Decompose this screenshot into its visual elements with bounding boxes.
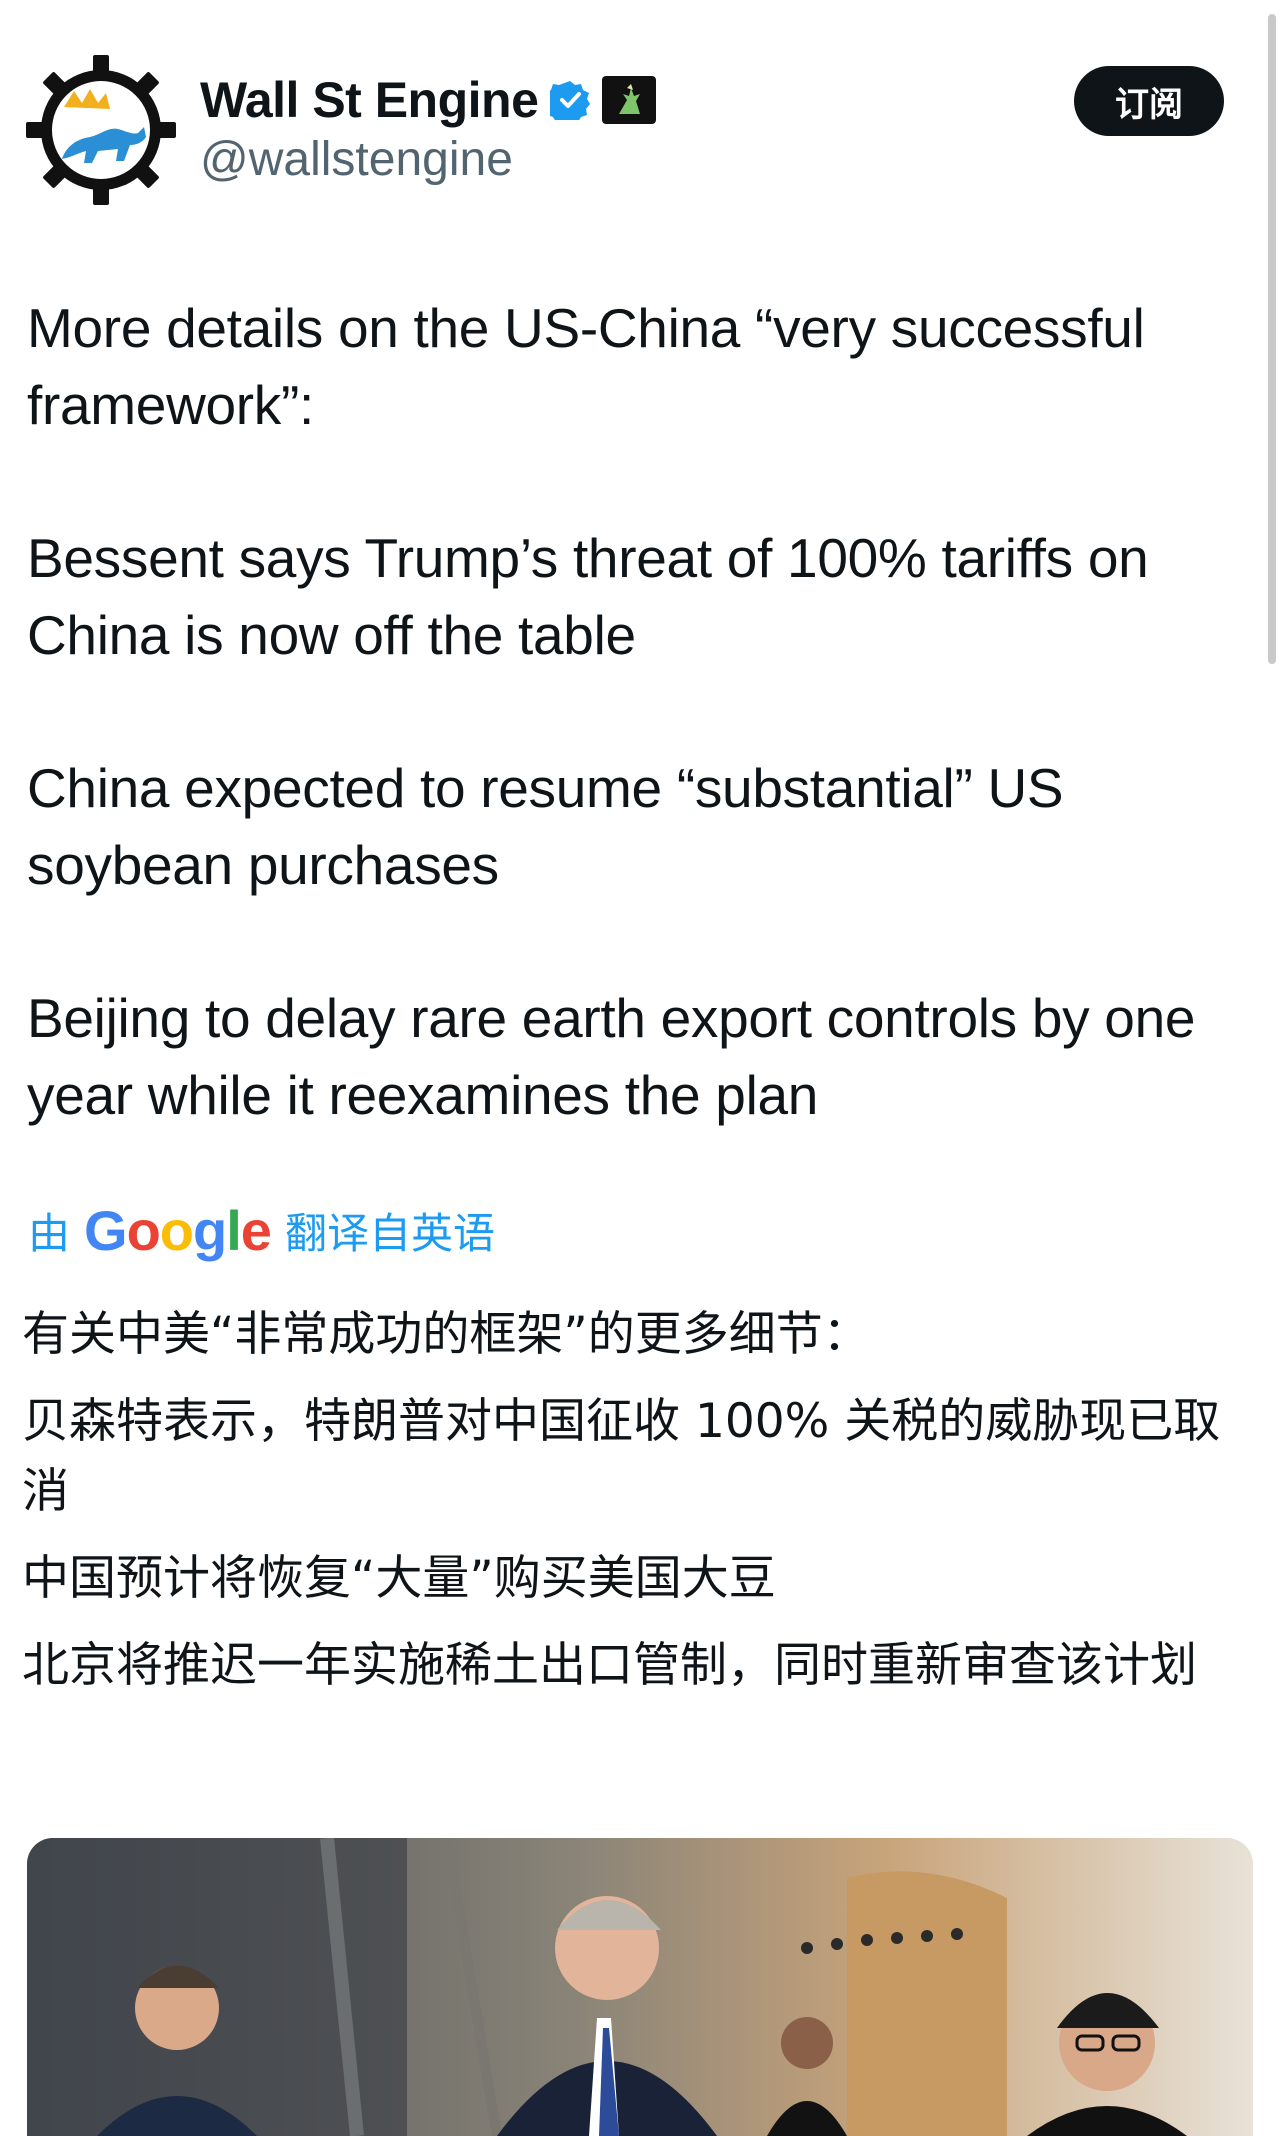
translation-paragraph: 有关中美“非常成功的框架”的更多细节： xyxy=(22,1307,870,1362)
google-logo: Google xyxy=(84,1199,272,1262)
translation-paragraph: 贝森特表示，特朗普对中国征收 100% 关税的威胁现已取消 xyxy=(22,1394,1221,1519)
author-handle[interactable]: @wallstengine xyxy=(200,132,513,187)
translation-paragraph: 北京将推迟一年实施稀土出口管制，同时重新审查该计划 xyxy=(22,1638,1197,1693)
affiliate-logo-icon xyxy=(619,84,641,114)
tweet-paragraph: Beijing to delay rare earth export contr… xyxy=(27,987,1196,1126)
tweet-paragraph: China expected to resume “substantial” U… xyxy=(27,757,1064,896)
affiliate-badge-icon[interactable] xyxy=(602,76,657,124)
photo-officials-group xyxy=(27,1838,1253,2136)
tweet-paragraph: More details on the US-China “very succe… xyxy=(27,297,1145,436)
tweet-header: Wall St Engine @wallstengine 订阅 xyxy=(0,0,1280,230)
display-name[interactable]: Wall St Engine xyxy=(200,71,539,129)
translated-text: 有关中美“非常成功的框架”的更多细节： 贝森特表示，特朗普对中国征收 100% … xyxy=(22,1300,1262,1718)
translation-paragraph: 中国预计将恢复“大量”购买美国大豆 xyxy=(22,1551,776,1606)
translated-by-prefix: 由 xyxy=(28,1209,71,1258)
tweet-body: More details on the US-China “very succe… xyxy=(27,290,1257,1210)
tweet-photo[interactable] xyxy=(27,1838,1253,2136)
bull-gear-logo-icon xyxy=(26,55,176,205)
translated-by-suffix: 翻译自英语 xyxy=(284,1209,495,1258)
verified-badge-icon[interactable] xyxy=(550,80,591,120)
tweet-paragraph: Bessent says Trump’s threat of 100% tari… xyxy=(27,527,1149,666)
author-name-row: Wall St Engine xyxy=(200,71,657,129)
subscribe-button[interactable]: 订阅 xyxy=(1074,66,1224,136)
avatar[interactable] xyxy=(26,55,176,205)
translated-by-google[interactable]: 由 Google 翻译自英语 xyxy=(28,1198,495,1263)
